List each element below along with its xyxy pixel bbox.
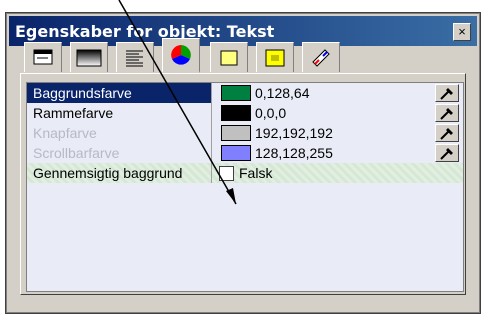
tab-align[interactable] [116, 42, 154, 72]
property-value-text: Falsk [239, 165, 273, 181]
color-wheel-icon [171, 45, 191, 65]
color-swatch [221, 85, 251, 101]
eyedropper-icon [440, 128, 453, 140]
property-value[interactable]: 128,128,255 [213, 143, 423, 163]
property-value[interactable]: 0,0,0 [213, 103, 423, 123]
properties-icon [33, 49, 53, 64]
property-value[interactable]: 192,192,192 [213, 123, 423, 143]
property-value[interactable]: Falsk [213, 163, 423, 183]
yellow-box-icon [220, 50, 238, 65]
property-row-background-color[interactable]: Baggrundsfarve 0,128,64 [27, 83, 463, 103]
color-swatch [221, 145, 251, 161]
property-value-text: 192,192,192 [255, 125, 333, 141]
property-value-text: 0,128,64 [255, 85, 310, 101]
transparent-checkbox[interactable] [219, 166, 234, 181]
eyedropper-icon [440, 88, 453, 100]
paint-icon [312, 48, 330, 67]
close-button[interactable]: × [453, 23, 471, 41]
tab-properties[interactable] [24, 42, 62, 72]
eyedropper-icon [440, 148, 453, 160]
property-label: Gennemsigtig baggrund [27, 163, 212, 183]
property-value[interactable]: 0,128,64 [213, 83, 423, 103]
tab-gradient[interactable] [70, 42, 108, 72]
tab-color[interactable] [162, 38, 200, 73]
yellow-frame-icon [265, 49, 285, 66]
tab-paint[interactable] [302, 42, 340, 72]
property-row-scrollbar-color[interactable]: Scrollbarfarve 128,128,255 [27, 143, 463, 163]
tab-yellow-frame[interactable] [256, 42, 294, 72]
color-swatch [221, 105, 251, 121]
property-label: Knapfarve [27, 123, 212, 143]
property-value-text: 0,0,0 [255, 105, 287, 121]
color-picker-button[interactable] [435, 104, 459, 122]
color-picker-button[interactable] [435, 144, 459, 162]
tab-yellow-box[interactable] [210, 42, 248, 72]
property-row-transparent-background[interactable]: Gennemsigtig baggrund Falsk [27, 163, 463, 183]
property-row-button-color[interactable]: Knapfarve 192,192,192 [27, 123, 463, 143]
window-title: Egenskaber for objekt: Tekst [15, 22, 275, 41]
color-picker-button[interactable] [435, 84, 459, 102]
property-value-text: 128,128,255 [255, 145, 333, 161]
property-label: Baggrundsfarve [27, 83, 212, 103]
property-grid: Baggrundsfarve 0,128,64 Rammefarve 0,0,0… [26, 82, 464, 292]
property-label: Scrollbarfarve [27, 143, 212, 163]
property-label: Rammefarve [27, 103, 212, 123]
gradient-icon [76, 49, 102, 66]
property-row-border-color[interactable]: Rammefarve 0,0,0 [27, 103, 463, 123]
color-picker-button[interactable] [435, 124, 459, 142]
align-icon [126, 50, 143, 66]
color-swatch [221, 125, 251, 141]
eyedropper-icon [440, 108, 453, 120]
